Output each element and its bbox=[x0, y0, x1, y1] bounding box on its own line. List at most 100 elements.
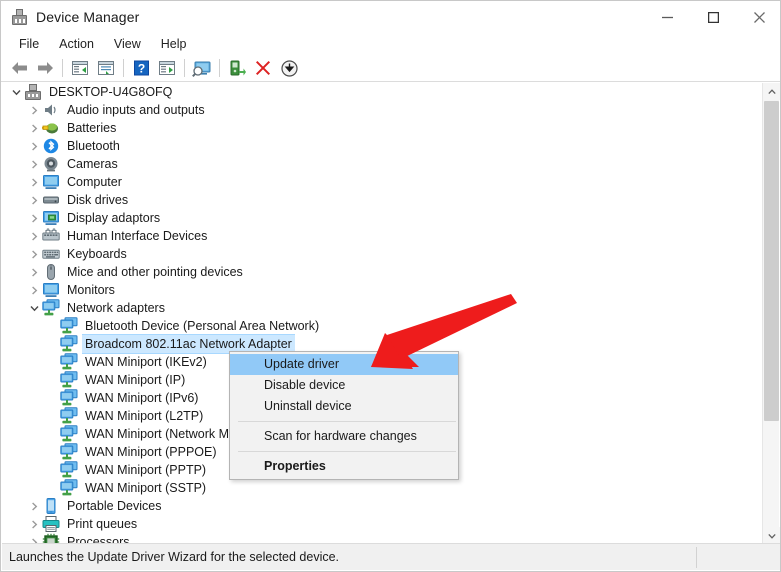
menu-help[interactable]: Help bbox=[151, 35, 197, 53]
tree-item-label: Network adapters bbox=[67, 301, 165, 315]
scrollbar-thumb[interactable] bbox=[764, 101, 779, 421]
chevron-right-icon[interactable] bbox=[26, 515, 42, 533]
chevron-right-icon[interactable] bbox=[26, 119, 42, 137]
chevron-right-icon[interactable] bbox=[26, 101, 42, 119]
tree-item-label: WAN Miniport (PPPOE) bbox=[85, 445, 217, 459]
context-menu-item-uninstall-device[interactable]: Uninstall device bbox=[230, 396, 458, 417]
disable-device-icon[interactable] bbox=[276, 56, 302, 80]
tree-item-label: Bluetooth bbox=[67, 139, 120, 153]
tree-item-monitors[interactable]: Monitors bbox=[2, 281, 764, 299]
speaker-icon bbox=[42, 101, 60, 119]
chevron-right-icon[interactable] bbox=[26, 281, 42, 299]
chevron-right-icon[interactable] bbox=[26, 227, 42, 245]
context-menu[interactable]: Update driver Disable device Uninstall dev… bbox=[229, 351, 459, 480]
context-menu-item-disable-device[interactable]: Disable device bbox=[230, 375, 458, 396]
tree-item-mice-and-other-pointing-devices[interactable]: Mice and other pointing devices bbox=[2, 263, 764, 281]
tree-item-cameras[interactable]: Cameras bbox=[2, 155, 764, 173]
vertical-scrollbar[interactable] bbox=[762, 83, 780, 544]
tree-item-bluetooth[interactable]: Bluetooth bbox=[2, 137, 764, 155]
tree-item-label: Audio inputs and outputs bbox=[67, 103, 205, 117]
tree-root-row[interactable]: DESKTOP-U4G8OFQ bbox=[2, 83, 764, 101]
tree-item-label: Batteries bbox=[67, 121, 117, 135]
scroll-up-arrow-icon[interactable] bbox=[763, 83, 780, 100]
show-hide-action-pane-icon[interactable] bbox=[154, 56, 180, 80]
chevron-down-icon[interactable] bbox=[26, 299, 42, 317]
properties-icon[interactable] bbox=[93, 56, 119, 80]
tree-item-human-interface-devices[interactable]: Human Interface Devices bbox=[2, 227, 764, 245]
tree-item-label: Cameras bbox=[67, 157, 118, 171]
device-manager-window: Device Manager File Action View Help ? D… bbox=[0, 0, 781, 572]
tree-item-label: WAN Miniport (PPTP) bbox=[85, 463, 207, 477]
monitor-icon bbox=[42, 281, 60, 299]
tree-item-bluetooth-device-personal-area-network[interactable]: Bluetooth Device (Personal Area Network) bbox=[2, 317, 764, 335]
chevron-down-icon[interactable] bbox=[8, 83, 24, 101]
tree-item-label: Monitors bbox=[67, 283, 115, 297]
update-driver-icon[interactable] bbox=[224, 56, 250, 80]
disk-drive-icon bbox=[42, 191, 60, 209]
toolbar-separator bbox=[123, 59, 124, 77]
chevron-right-icon[interactable] bbox=[26, 209, 42, 227]
chevron-right-icon[interactable] bbox=[26, 155, 42, 173]
chevron-right-icon[interactable] bbox=[26, 263, 42, 281]
tree-item-keyboards[interactable]: Keyboards bbox=[2, 245, 764, 263]
tree-leaf-spacer bbox=[44, 371, 60, 389]
context-menu-separator bbox=[238, 451, 456, 452]
tree-item-label: Disk drives bbox=[67, 193, 129, 207]
menu-action[interactable]: Action bbox=[49, 35, 104, 53]
help-icon[interactable]: ? bbox=[128, 56, 154, 80]
tree-item-network-adapters[interactable]: Network adapters bbox=[2, 299, 764, 317]
chevron-right-icon[interactable] bbox=[26, 173, 42, 191]
context-menu-item-update-driver[interactable]: Update driver bbox=[230, 354, 458, 375]
window-controls bbox=[644, 1, 780, 33]
tree-item-batteries[interactable]: Batteries bbox=[2, 119, 764, 137]
tree-leaf-spacer bbox=[44, 317, 60, 335]
bluetooth-icon bbox=[42, 137, 60, 155]
context-menu-item-scan-for-hardware-changes[interactable]: Scan for hardware changes bbox=[230, 426, 458, 447]
tree-item-wan-miniport-sstp[interactable]: WAN Miniport (SSTP) bbox=[2, 479, 764, 497]
tree-item-disk-drives[interactable]: Disk drives bbox=[2, 191, 764, 209]
scroll-down-arrow-icon[interactable] bbox=[763, 527, 780, 544]
uninstall-device-icon[interactable] bbox=[250, 56, 276, 80]
tree-item-computer[interactable]: Computer bbox=[2, 173, 764, 191]
menu-file[interactable]: File bbox=[9, 35, 49, 53]
tree-leaf-spacer bbox=[44, 407, 60, 425]
tree-item-label: Computer bbox=[67, 175, 122, 189]
title-bar: Device Manager bbox=[1, 1, 780, 33]
back-icon[interactable] bbox=[6, 56, 32, 80]
scan-for-hardware-changes-icon[interactable] bbox=[189, 56, 215, 80]
tree-item-label: WAN Miniport (SSTP) bbox=[85, 481, 207, 495]
menu-view[interactable]: View bbox=[104, 35, 151, 53]
close-button[interactable] bbox=[736, 1, 780, 33]
mouse-icon bbox=[42, 263, 60, 281]
show-hide-console-tree-icon[interactable] bbox=[67, 56, 93, 80]
device-manager-icon bbox=[11, 8, 28, 26]
tree-leaf-spacer bbox=[44, 425, 60, 443]
tree-item-label: Portable Devices bbox=[67, 499, 162, 513]
tree-item-label: WAN Miniport (IP) bbox=[85, 373, 186, 387]
network-adapter-icon bbox=[60, 371, 78, 389]
tree-item-audio-inputs-and-outputs[interactable]: Audio inputs and outputs bbox=[2, 101, 764, 119]
maximize-button[interactable] bbox=[690, 1, 736, 33]
context-menu-item-properties[interactable]: Properties bbox=[230, 456, 458, 477]
camera-icon bbox=[42, 155, 60, 173]
tree-leaf-spacer bbox=[44, 479, 60, 497]
network-adapter-icon bbox=[60, 353, 78, 371]
chevron-right-icon[interactable] bbox=[26, 191, 42, 209]
tree-item-portable-devices[interactable]: Portable Devices bbox=[2, 497, 764, 515]
tree-item-display-adaptors[interactable]: Display adaptors bbox=[2, 209, 764, 227]
printer-icon bbox=[42, 515, 60, 533]
chevron-right-icon[interactable] bbox=[26, 137, 42, 155]
forward-icon[interactable] bbox=[32, 56, 58, 80]
menu-bar: File Action View Help bbox=[1, 33, 780, 55]
tree-item-print-queues[interactable]: Print queues bbox=[2, 515, 764, 533]
network-adapter-icon bbox=[60, 335, 78, 353]
chevron-right-icon[interactable] bbox=[26, 497, 42, 515]
network-adapter-icon bbox=[42, 299, 60, 317]
display-adapter-icon bbox=[42, 209, 60, 227]
toolbar-separator bbox=[184, 59, 185, 77]
keyboard-icon bbox=[42, 245, 60, 263]
chevron-right-icon[interactable] bbox=[26, 245, 42, 263]
tree-leaf-spacer bbox=[44, 353, 60, 371]
minimize-button[interactable] bbox=[644, 1, 690, 33]
toolbar-separator bbox=[62, 59, 63, 77]
